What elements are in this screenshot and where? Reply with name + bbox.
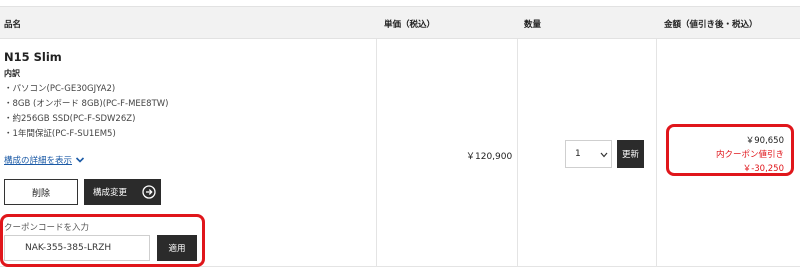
coupon-discount-label: 内クーポン値引き [715,150,784,160]
change-config-label: 構成変更 [93,188,128,198]
amount-total: ￥90,650 [745,136,784,146]
update-quantity-button[interactable]: 更新 [617,140,644,168]
spec-item: ・約256GB SSD(PC-F-SDW26Z) [4,114,136,124]
column-divider [656,39,657,267]
column-header-quantity: 数量 [524,20,542,30]
change-config-button[interactable]: 構成変更 [84,179,161,205]
arrow-right-circle-icon [142,185,156,199]
caret-down-icon [600,152,608,158]
column-header-unit-price: 単価（税込） [384,20,436,30]
column-divider [517,39,518,267]
column-header-name: 品名 [4,20,22,30]
coupon-highlight-box [0,214,205,267]
column-header-amount: 金額（値引き後・税込） [664,20,758,30]
spec-item: ・8GB (オンボード 8GB)(PC-F-MEE8TW) [4,99,169,109]
product-name: N15 Slim [4,50,62,64]
unit-price: ￥120,900 [466,152,513,162]
chevron-down-icon[interactable] [75,155,85,165]
product-detail-heading: 内訳 [4,69,20,78]
spec-item: ・1年間保証(PC-F-SU1EM5) [4,129,116,139]
spec-item: ・パソコン(PC-GE30GJYA2) [4,84,116,94]
quantity-value: 1 [575,149,581,159]
delete-button[interactable]: 削除 [4,179,78,205]
quantity-select[interactable]: 1 [565,140,612,168]
column-divider [376,39,377,267]
coupon-discount-value: ￥-30,250 [742,164,784,174]
show-details-link[interactable]: 構成の詳細を表示 [4,154,72,166]
table-header: 品名 単価（税込） 数量 金額（値引き後・税込） [0,6,800,39]
